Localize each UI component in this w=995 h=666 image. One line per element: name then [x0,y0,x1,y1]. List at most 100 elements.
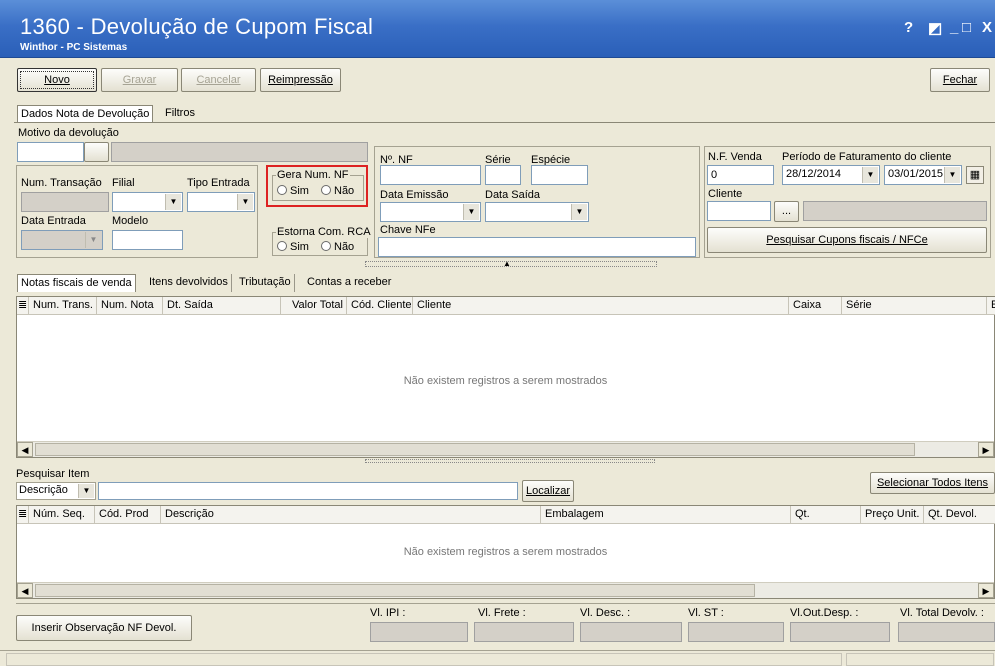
data-saida-label: Data Saída [485,189,541,201]
col-caixa[interactable]: Caixa [789,297,842,315]
motivo-lookup-button[interactable] [84,142,109,162]
col-cliente[interactable]: Cliente [413,297,789,315]
footer-divider [16,603,995,604]
col-qt[interactable]: Qt. [791,506,861,524]
scroll-thumb[interactable] [35,584,755,597]
notas-grid[interactable]: ≣ Num. Trans. Num. Nota Dt. Saída Valor … [16,296,995,458]
tab-itens-devolvidos[interactable]: Itens devolvidos [146,274,232,292]
nf-venda-input[interactable]: 0 [707,165,774,185]
search-field-value: Descrição [19,484,68,496]
gera-sim-radio[interactable]: Sim [277,185,309,197]
col-preco-unit[interactable]: Preço Unit. [861,506,924,524]
cliente-name-field [803,201,987,221]
status-panel-main [6,653,842,666]
cliente-code-input[interactable] [707,201,771,221]
data-emissao-label: Data Emissão [380,189,449,201]
radio-icon [321,241,331,251]
tipo-entrada-select[interactable]: ▼ [187,192,255,212]
vl-ipi-field [370,622,468,642]
motivo-code-input[interactable] [17,142,84,162]
data-entrada-select: ▼ [21,230,103,250]
selecionar-todos-button[interactable]: Selecionar Todos Itens [870,472,995,494]
tipo-entrada-label: Tipo Entrada [187,177,250,189]
col-embalagem[interactable]: Embalagem [541,506,791,524]
grid2-empty-message: Não existem registros a serem mostrados [403,546,608,558]
app-window: 1360 - Devolução de Cupom Fiscal Winthor… [0,0,995,666]
tab-filtros[interactable]: Filtros [162,105,198,123]
col-serie[interactable]: Série [842,297,987,315]
item-search-input[interactable] [98,482,518,500]
cancelar-button[interactable]: Cancelar [181,68,256,92]
col-e[interactable]: E [987,297,995,315]
nf-input[interactable] [380,165,481,185]
grid-menu-icon[interactable]: ≣ [17,297,29,315]
vl-desc-label: Vl. Desc. : [580,607,631,619]
title-bar: 1360 - Devolução de Cupom Fiscal Winthor… [0,0,995,58]
col-cod-cliente[interactable]: Cód. Cliente [347,297,413,315]
scroll-right-icon[interactable]: ▶ [978,442,994,457]
gravar-button[interactable]: Gravar [101,68,178,92]
novo-button[interactable]: Novo [17,68,97,92]
periodo-label: Período de Faturamento do cliente [782,151,952,163]
scroll-right-icon[interactable]: ▶ [978,583,994,598]
vl-ipi-label: Vl. IPI : [370,607,406,619]
close-icon[interactable]: X [982,19,992,36]
col-dt-saida[interactable]: Dt. Saída [163,297,281,315]
calendar-icon[interactable]: ▦ [966,166,984,184]
window-subtitle: Winthor - PC Sistemas [20,42,128,53]
periodo-fim-value: 03/01/2015 [888,168,943,180]
modelo-label: Modelo [112,215,149,227]
radio-icon [277,241,287,251]
especie-input[interactable] [531,165,588,185]
scroll-thumb[interactable] [35,443,915,456]
col-num-seq[interactable]: Núm. Seq. [29,506,95,524]
modelo-input[interactable] [112,230,183,250]
col-num-nota[interactable]: Num. Nota [97,297,163,315]
fechar-label: Fechar [942,74,978,86]
minimize-icon[interactable]: _ [950,19,958,36]
periodo-fim-select[interactable]: 03/01/2015 ▼ [884,165,962,185]
tab-notas-fiscais[interactable]: Notas fiscais de venda [17,274,136,292]
window-title: 1360 - Devolução de Cupom Fiscal [20,14,374,39]
grid1-hscroll[interactable]: ◀ ▶ [17,441,994,457]
splitter-middle[interactable] [365,459,655,463]
estorna-nao-radio[interactable]: Não [321,241,354,253]
col-num-trans[interactable]: Num. Trans. [29,297,97,315]
tab-dados-nota[interactable]: Dados Nota de Devolução [17,105,154,123]
restore-icon[interactable]: ◩ [928,19,942,37]
col-qt-devol[interactable]: Qt. Devol. [924,506,995,524]
periodo-inicio-select[interactable]: 28/12/2014 ▼ [782,165,880,185]
fechar-button[interactable]: Fechar [930,68,990,92]
grid-menu-icon[interactable]: ≣ [17,506,29,524]
col-descricao[interactable]: Descrição [161,506,541,524]
data-emissao-select[interactable]: ▼ [380,202,481,222]
chave-nfe-input[interactable] [378,237,696,257]
estorna-label: Estorna Com. RCA [276,226,372,238]
pesquisar-cupons-button[interactable]: Pesquisar Cupons fiscais / NFCe [707,227,987,253]
tab-contas-receber[interactable]: Contas a receber [304,274,395,292]
localizar-button[interactable]: Localizar [522,480,574,502]
estorna-sim-radio[interactable]: Sim [277,241,309,253]
data-saida-select[interactable]: ▼ [485,202,589,222]
splitter-top[interactable] [365,261,657,267]
grid2-hscroll[interactable]: ◀ ▶ [17,582,994,598]
col-valor-total[interactable]: Valor Total [281,297,347,315]
serie-input[interactable] [485,165,521,185]
tab-tributacao[interactable]: Tributação [236,274,295,292]
help-icon[interactable]: ? [904,19,913,36]
maximize-icon[interactable]: □ [962,19,971,36]
filial-select[interactable]: ▼ [112,192,183,212]
scroll-left-icon[interactable]: ◀ [17,583,33,598]
gera-nao-radio[interactable]: Não [321,185,354,197]
scroll-left-icon[interactable]: ◀ [17,442,33,457]
reimpressao-button[interactable]: Reimpressão [260,68,341,92]
collapse-up-icon[interactable]: ▲ [503,259,511,268]
inserir-observacao-button[interactable]: Inserir Observação NF Devol. [16,615,192,641]
vl-frete-label: Vl. Frete : [478,607,526,619]
search-field-select[interactable]: Descrição ▼ [16,482,96,500]
novo-label: Novo [44,74,70,86]
col-cod-prod[interactable]: Cód. Prod [95,506,161,524]
cliente-lookup-button[interactable]: ... [774,201,799,222]
itens-grid[interactable]: ≣ Núm. Seq. Cód. Prod Descrição Embalage… [16,505,995,599]
chevron-down-icon: ▼ [944,167,960,183]
